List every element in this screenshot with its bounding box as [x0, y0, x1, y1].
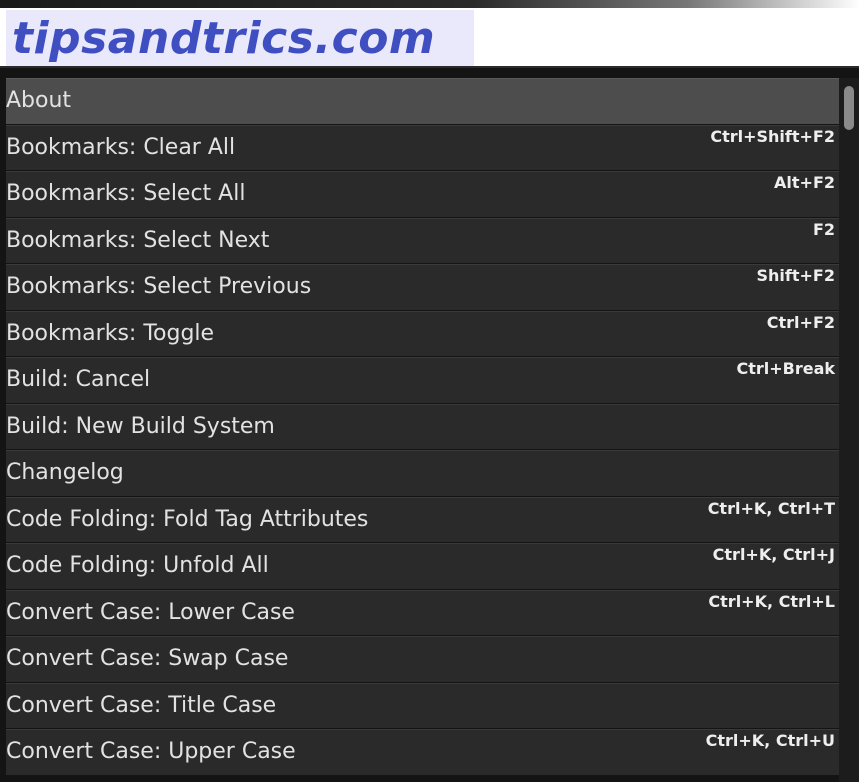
- scrollbar-track[interactable]: [839, 78, 859, 782]
- command-label: Changelog: [6, 460, 124, 485]
- command-shortcut: Ctrl+K, Ctrl+T: [707, 498, 835, 518]
- command-label: Build: New Build System: [6, 413, 275, 439]
- command-label: Bookmarks: Select All: [6, 181, 246, 206]
- page: tipsandtrics.com About Bookmarks: Clear A…: [0, 0, 859, 782]
- command-shortcut: Ctrl+F2: [766, 312, 835, 332]
- watermark-bar: tipsandtrics.com: [0, 0, 859, 66]
- command-item[interactable]: Build: New Build System: [6, 403, 839, 449]
- command-label: Bookmarks: Toggle: [6, 320, 215, 346]
- scrollbar-thumb[interactable]: [844, 86, 854, 130]
- command-label: Code Folding: Unfold All: [6, 553, 269, 578]
- command-item[interactable]: Changelog: [6, 450, 839, 496]
- command-shortcut: F2: [812, 219, 835, 239]
- command-item[interactable]: Convert Case: Swap Case: [6, 636, 839, 682]
- command-item[interactable]: Code Folding: Fold Tag Attributes Ctrl+K,…: [6, 496, 839, 542]
- top-divider: [0, 0, 859, 8]
- command-shortcut: Shift+F2: [756, 266, 835, 285]
- command-label: Bookmarks: Select Previous: [6, 274, 312, 299]
- command-item[interactable]: Convert Case: Title Case: [6, 682, 839, 728]
- command-label: Bookmarks: Clear All: [6, 134, 236, 160]
- command-item[interactable]: Build: Cancel Ctrl+Break: [6, 357, 839, 403]
- command-shortcut: Ctrl+K, Ctrl+L: [708, 591, 835, 611]
- command-label: Code Folding: Fold Tag Attributes: [6, 506, 369, 532]
- command-item[interactable]: About: [6, 78, 839, 124]
- command-item[interactable]: Bookmarks: Select Previous Shift+F2: [6, 264, 839, 310]
- command-item[interactable]: Convert Case: Lower Case Ctrl+K, Ctrl+L: [6, 589, 839, 635]
- command-label: Build: Cancel: [6, 367, 151, 392]
- command-shortcut: Ctrl+K, Ctrl+J: [712, 545, 835, 564]
- command-shortcut: Ctrl+Shift+F2: [710, 126, 835, 146]
- command-item[interactable]: Bookmarks: Select Next F2: [6, 217, 839, 263]
- command-label: Convert Case: Lower Case: [6, 599, 295, 625]
- command-shortcut: Alt+F2: [774, 173, 835, 192]
- command-item[interactable]: Bookmarks: Clear All Ctrl+Shift+F2: [6, 124, 839, 170]
- command-item[interactable]: Bookmarks: Select All Alt+F2: [6, 171, 839, 217]
- command-shortcut: Ctrl+K, Ctrl+U: [705, 731, 835, 750]
- command-label: Convert Case: Swap Case: [6, 646, 289, 671]
- command-shortcut: Ctrl+Break: [736, 359, 835, 378]
- command-label: Bookmarks: Select Next: [6, 227, 270, 253]
- command-item[interactable]: Convert Case: Upper Case Ctrl+K, Ctrl+U: [6, 729, 839, 775]
- command-item[interactable]: Bookmarks: Toggle Ctrl+F2: [6, 310, 839, 356]
- command-label: Convert Case: Upper Case: [6, 739, 296, 764]
- command-label: About: [6, 88, 72, 113]
- command-label: Convert Case: Title Case: [6, 692, 277, 718]
- command-item[interactable]: Code Folding: Unfold All Ctrl+K, Ctrl+J: [6, 543, 839, 589]
- watermark-logo: tipsandtrics.com: [12, 13, 436, 64]
- command-palette: About Bookmarks: Clear All Ctrl+Shift+F2 Bo…: [0, 66, 859, 782]
- command-list: About Bookmarks: Clear All Ctrl+Shift+F2 Bo…: [6, 78, 839, 782]
